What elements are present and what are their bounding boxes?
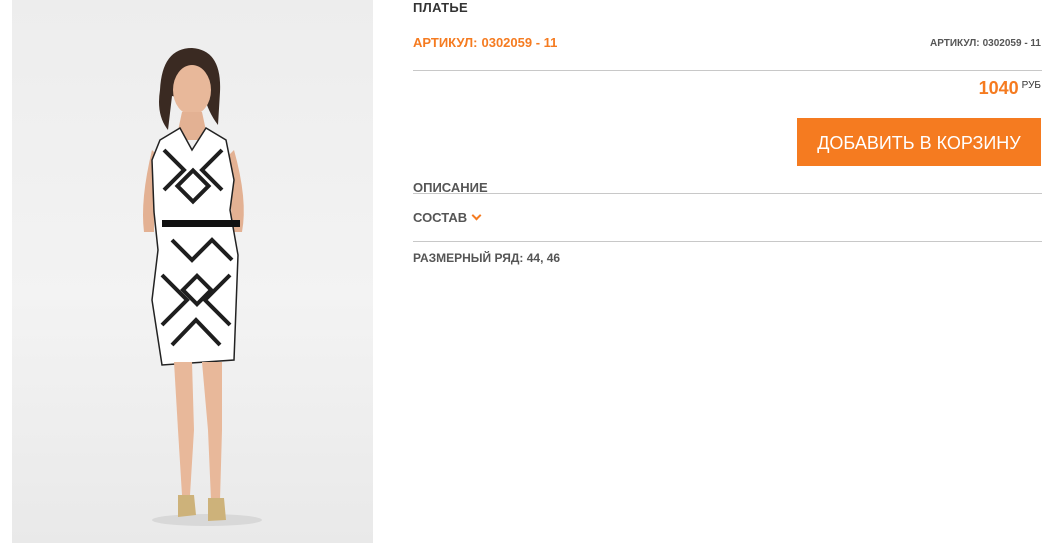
article-number: АРТИКУЛ: 0302059 - 11 <box>413 35 557 50</box>
article-value: 0302059 - 11 <box>481 35 558 50</box>
model-photo-icon <box>143 48 262 526</box>
add-to-cart-button[interactable]: ДОБАВИТЬ В КОРЗИНУ <box>797 118 1041 166</box>
divider <box>413 241 1042 242</box>
divider <box>413 193 1042 194</box>
composition-label: СОСТАВ <box>413 210 468 225</box>
product-title: ПЛАТЬЕ <box>413 0 468 15</box>
price: 1040 РУБ <box>979 78 1041 99</box>
size-range: РАЗМЕРНЫЙ РЯД: 44, 46 <box>413 251 561 265</box>
article-label: АРТИКУЛ: <box>413 35 478 50</box>
chevron-down-icon <box>471 210 482 221</box>
article-number-small: АРТИКУЛ: 0302059 - 11 <box>930 38 1041 49</box>
article-small-value: 0302059 - 11 <box>982 38 1041 49</box>
product-photo[interactable] <box>12 0 373 543</box>
price-amount: 1040 <box>978 78 1019 98</box>
divider <box>413 70 1042 71</box>
article-small-label: АРТИКУЛ: <box>930 38 980 49</box>
tab-composition[interactable]: СОСТАВ <box>413 210 482 225</box>
price-currency: РУБ <box>1021 80 1041 91</box>
